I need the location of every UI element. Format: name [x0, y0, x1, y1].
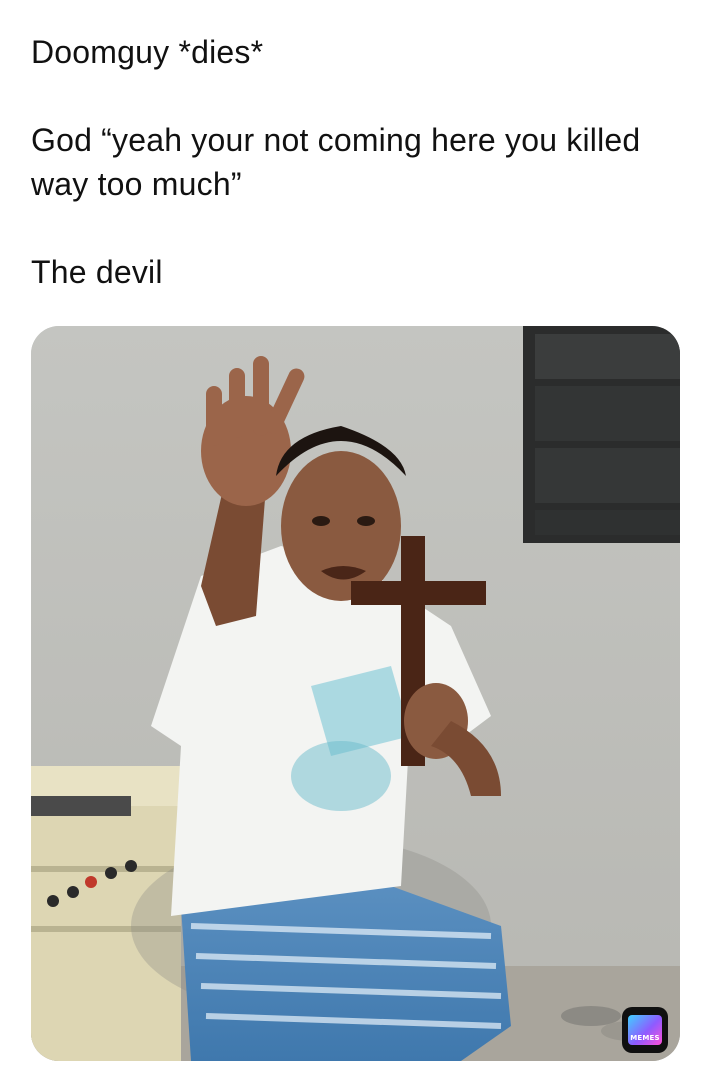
kid-head: [276, 426, 406, 601]
caption-line-3: The devil: [31, 254, 163, 290]
meme-caption: Doomguy *dies* God “yeah your not coming…: [31, 30, 681, 294]
caption-line-2: God “yeah your not coming here you kille…: [31, 122, 650, 202]
window-grill: [523, 326, 680, 543]
shorts: [181, 886, 511, 1061]
memes-app-icon: MEMES: [628, 1015, 662, 1045]
memes-app-badge: MEMES: [622, 1007, 668, 1053]
meme-photo: [31, 326, 680, 1061]
photo-illustration: [31, 326, 680, 1061]
caption-line-1: Doomguy *dies*: [31, 34, 264, 70]
badge-label: MEMES: [630, 1034, 660, 1042]
